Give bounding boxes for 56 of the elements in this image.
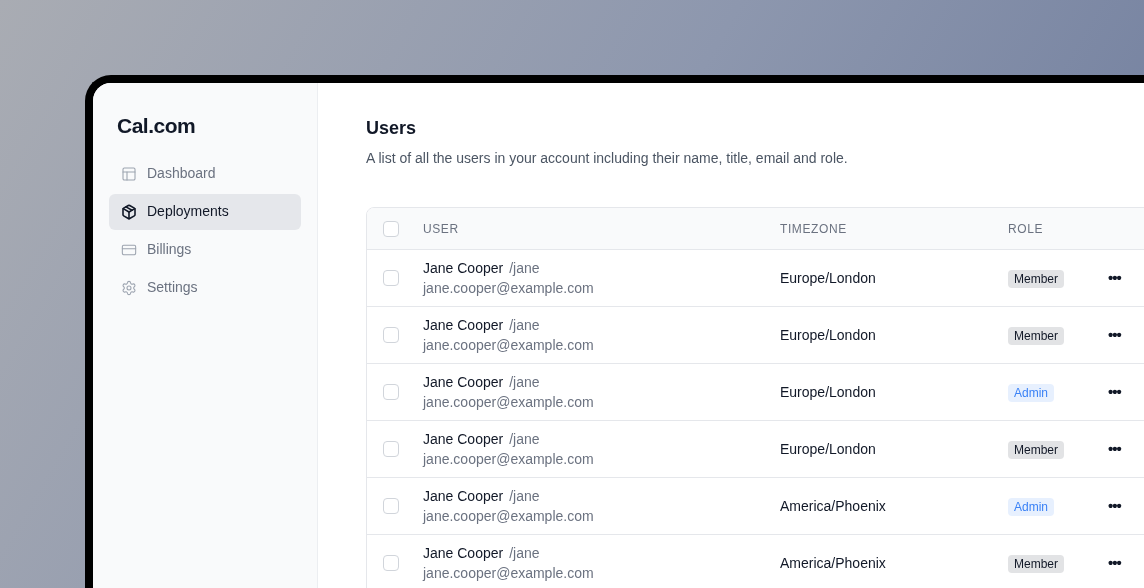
checkbox[interactable] [383, 441, 399, 457]
more-button[interactable]: ••• [1108, 266, 1121, 290]
user-name: Jane Cooper [423, 373, 504, 392]
timezone: Europe/London [780, 439, 876, 459]
role-tag: Admin [1008, 384, 1054, 402]
user-handle: /jane [509, 373, 540, 392]
checkbox[interactable] [383, 327, 399, 343]
more-button[interactable]: ••• [1108, 494, 1121, 518]
page-title: Users [366, 117, 418, 140]
user-email: jane.cooper@example.com [423, 450, 594, 469]
user-handle: /jane [509, 430, 540, 449]
user-email: jane.cooper@example.com [423, 564, 594, 583]
timezone: Europe/London [780, 268, 876, 288]
column-header: TIMEZONE [780, 220, 847, 238]
user-handle: /jane [509, 316, 540, 335]
cube-icon [121, 203, 137, 220]
settings-icon [121, 279, 137, 296]
user-name: Jane Cooper [423, 544, 504, 563]
layout-icon [121, 165, 137, 182]
checkbox[interactable] [383, 555, 399, 571]
role-tag: Member [1008, 270, 1064, 288]
more-button[interactable]: ••• [1108, 380, 1121, 404]
role-tag: Admin [1008, 498, 1054, 516]
timezone: America/Phoenix [780, 553, 886, 573]
more-button[interactable]: ••• [1108, 323, 1121, 347]
user-email: jane.cooper@example.com [423, 393, 594, 412]
checkbox[interactable] [383, 498, 399, 514]
timezone: Europe/London [780, 382, 876, 402]
checkbox[interactable] [383, 270, 399, 286]
nav-item[interactable]: Deployments [109, 193, 301, 230]
column-header: ROLE [1008, 220, 1044, 238]
user-handle: /jane [509, 259, 540, 278]
column-header: USER [423, 220, 459, 238]
timezone: America/Phoenix [780, 496, 886, 516]
user-name: Jane Cooper [423, 430, 504, 449]
user-handle: /jane [509, 487, 540, 506]
timezone: Europe/London [780, 325, 876, 345]
nav-item[interactable]: Settings [109, 269, 301, 306]
user-email: jane.cooper@example.com [423, 336, 594, 355]
checkbox[interactable] [383, 384, 399, 400]
user-handle: /jane [509, 544, 540, 563]
checkbox[interactable] [383, 220, 399, 237]
role-tag: Member [1008, 441, 1064, 459]
nav-item[interactable]: Billings [109, 231, 301, 268]
user-name: Jane Cooper [423, 487, 504, 506]
more-button[interactable]: ••• [1108, 551, 1121, 575]
user-name: Jane Cooper [423, 316, 504, 335]
user-name: Jane Cooper [423, 259, 504, 278]
role-tag: Member [1008, 327, 1064, 345]
page-subtitle: A list of all the users in your account including their name, title, email and role. [366, 149, 849, 168]
nav-item[interactable]: Dashboard [109, 155, 301, 192]
user-email: jane.cooper@example.com [423, 507, 594, 526]
user-email: jane.cooper@example.com [423, 279, 594, 298]
logo: Cal.com [116, 113, 197, 139]
more-button[interactable]: ••• [1108, 437, 1121, 461]
role-tag: Member [1008, 555, 1064, 573]
